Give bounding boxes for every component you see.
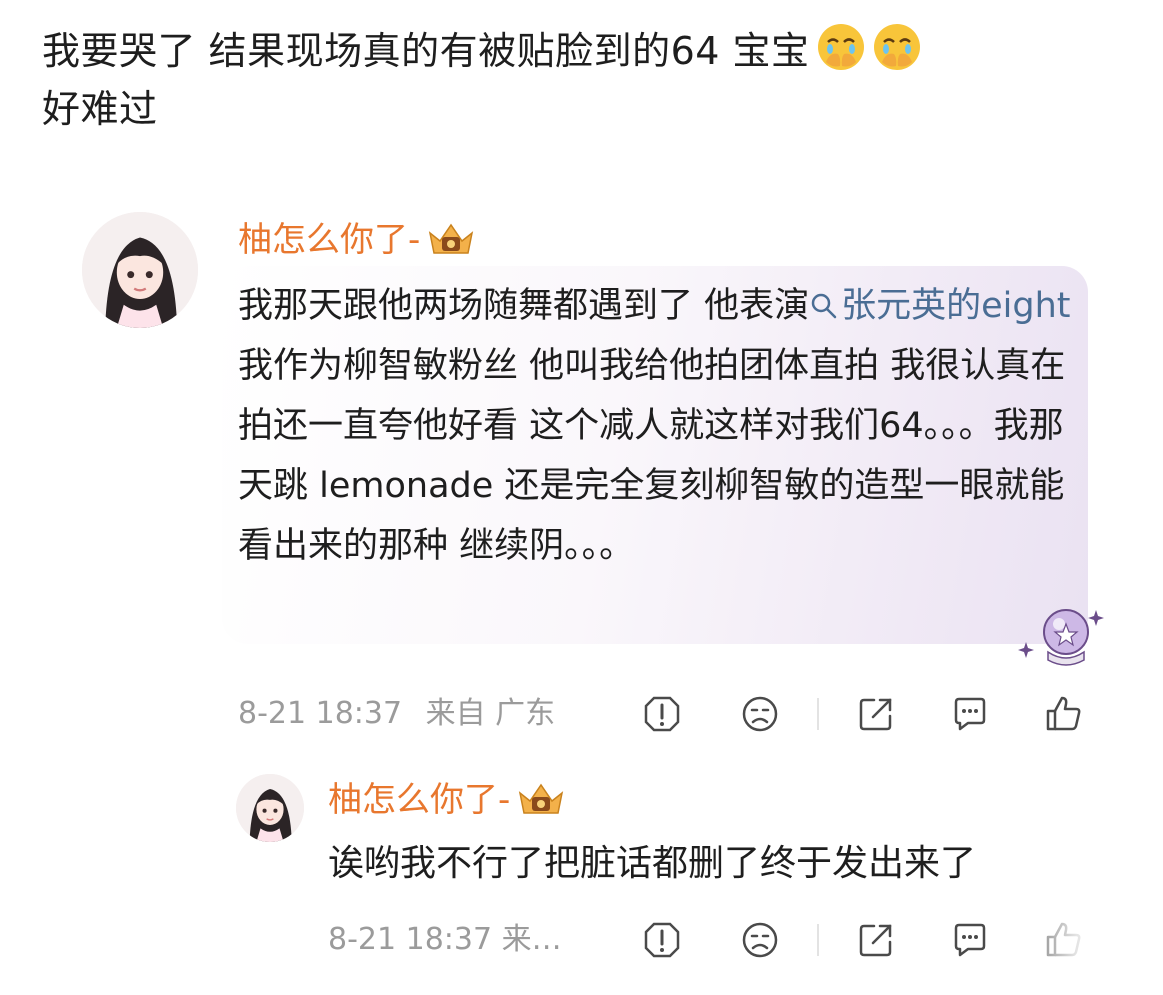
comment-text: 我那天跟他两场随舞都遇到了 他表演 张元英的eight 我作为柳智敏粉丝 他叫我给… — [238, 286, 1071, 566]
report-button[interactable] — [642, 920, 682, 960]
crying-face-emoji-icon — [873, 24, 920, 70]
report-icon — [644, 696, 680, 732]
dislike-button[interactable] — [740, 694, 780, 734]
comment-meta: 8-21 18:37 来自 广东 — [238, 694, 555, 734]
thumbs-up-icon — [1046, 696, 1081, 731]
post-text-line2: 好难过 — [42, 87, 158, 131]
comment-username[interactable]: 柚怎么你了- — [238, 218, 476, 262]
frown-face-icon — [742, 696, 778, 732]
reply-text: 诶哟我不行了把脏话都删了终于发出来了 — [328, 843, 977, 884]
reply-username[interactable]: 柚怎么你了- — [328, 778, 566, 822]
comment-time: 8-21 18:37 — [238, 696, 403, 731]
scroll-fade-overlay — [1005, 910, 1163, 980]
share-button[interactable] — [856, 920, 896, 960]
search-icon — [811, 293, 837, 319]
report-icon — [644, 922, 680, 958]
crystal-ball-decoration-icon — [1018, 609, 1104, 666]
reply-button[interactable] — [950, 694, 990, 734]
reply-meta: 8-21 18:37 来… — [328, 922, 562, 957]
action-divider — [817, 698, 819, 730]
vip-crown-badge-icon — [519, 783, 564, 814]
comment-location: 来自 广东 — [425, 696, 556, 731]
avatar-illustration-icon — [82, 212, 198, 328]
reply-avatar[interactable] — [236, 774, 304, 842]
avatar[interactable] — [82, 212, 198, 328]
topic-link[interactable]: 张元英的eight — [809, 286, 1071, 326]
like-button[interactable] — [1044, 694, 1084, 734]
share-icon — [859, 698, 892, 731]
dislike-button[interactable] — [740, 920, 780, 960]
vip-crown-badge-icon — [429, 223, 474, 254]
action-divider — [817, 924, 819, 956]
share-icon — [859, 924, 892, 957]
share-button[interactable] — [856, 694, 896, 734]
comment-bubble-icon — [954, 923, 986, 957]
post-text: 我要哭了 结果现场真的有被贴脸到的64 宝宝 好难过 — [42, 22, 1132, 138]
report-button[interactable] — [642, 694, 682, 734]
frown-face-icon — [742, 922, 778, 958]
reply-button[interactable] — [950, 920, 990, 960]
post-text-line1: 我要哭了 结果现场真的有被贴脸到的64 宝宝 — [42, 29, 810, 73]
avatar-illustration-icon — [236, 774, 304, 842]
crying-face-emoji-icon — [817, 24, 864, 70]
comment-bubble-icon — [954, 697, 986, 731]
